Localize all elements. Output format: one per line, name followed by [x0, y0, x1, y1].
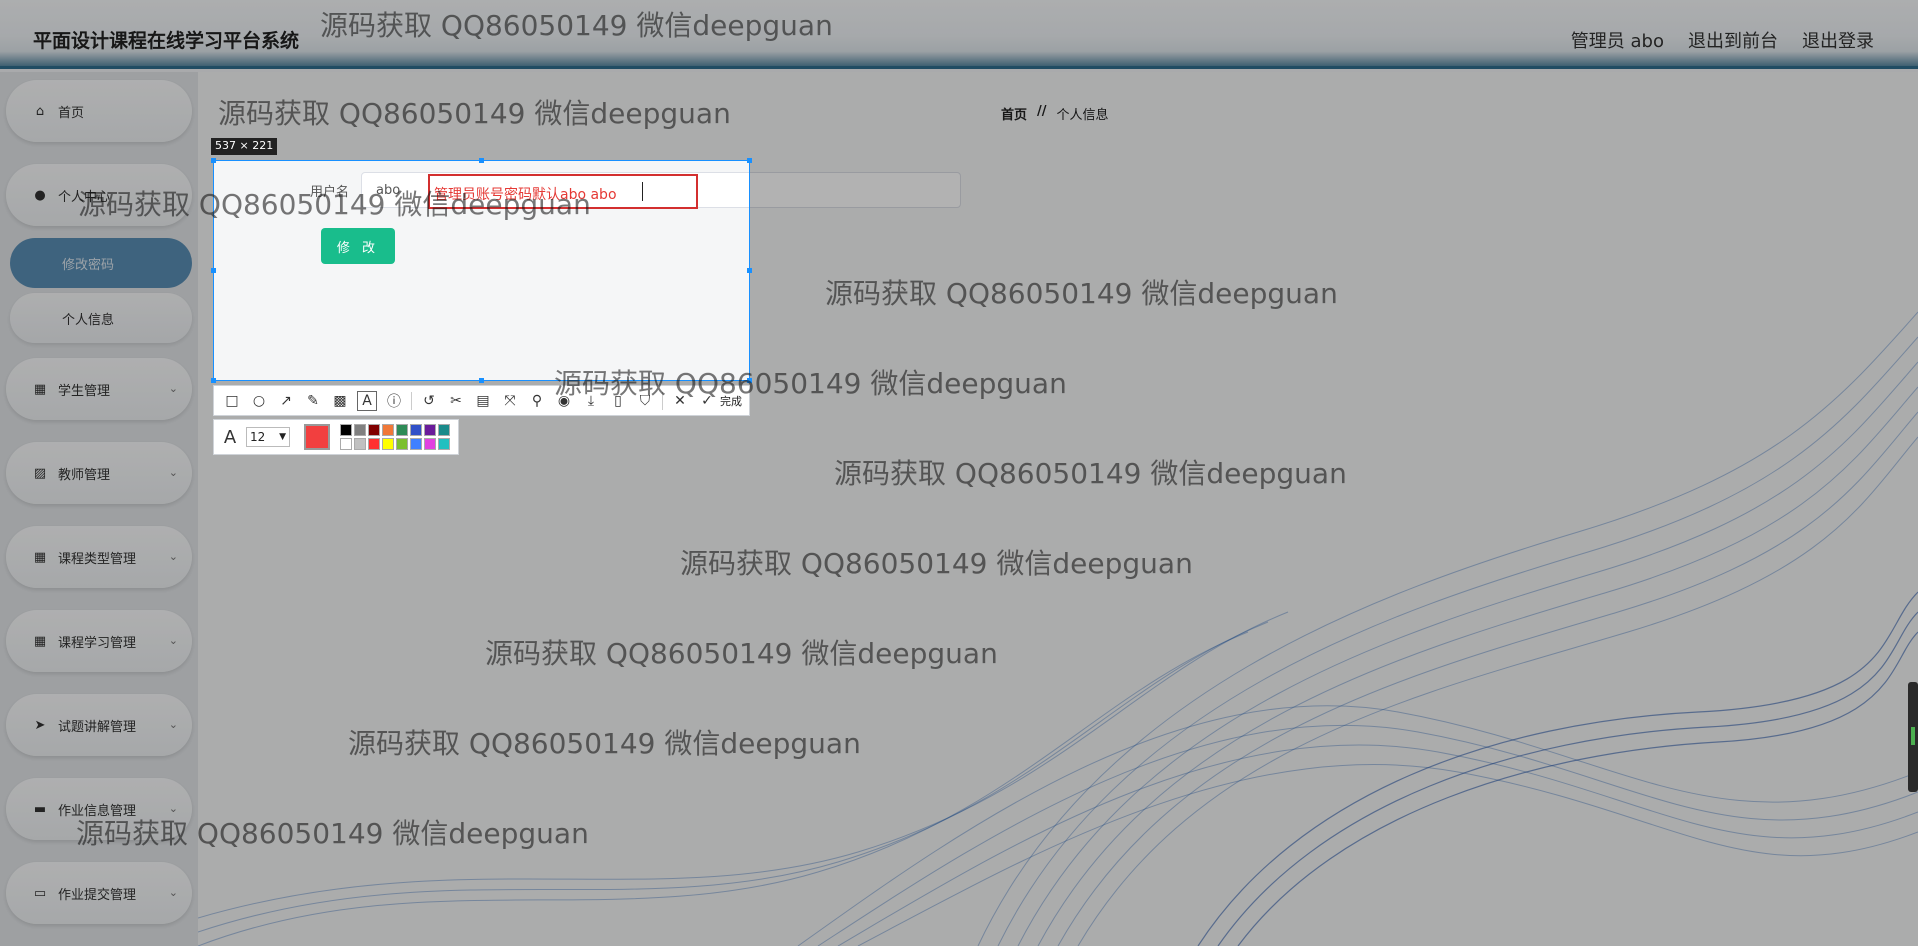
color-swatch[interactable]: [368, 438, 380, 450]
overlay-dim-top: [0, 0, 1918, 160]
resize-handle[interactable]: [479, 378, 484, 383]
color-swatch[interactable]: [396, 438, 408, 450]
current-color-swatch[interactable]: [304, 424, 330, 450]
color-swatch[interactable]: [438, 438, 450, 450]
selection-size-label: 537 × 221: [211, 138, 278, 155]
number-tool-icon[interactable]: ⓘ: [384, 391, 404, 411]
rectangle-tool-icon[interactable]: □: [222, 391, 242, 411]
color-swatch[interactable]: [382, 424, 394, 436]
color-swatch[interactable]: [424, 438, 436, 450]
resize-handle[interactable]: [211, 378, 216, 383]
color-palette: [340, 424, 450, 450]
color-swatch[interactable]: [354, 424, 366, 436]
watermark-text: 源码获取 QQ86050149 微信deepguan: [834, 457, 1347, 490]
ellipse-tool-icon[interactable]: ○: [249, 391, 269, 411]
font-icon: A: [223, 426, 237, 448]
watermark-text: 源码获取 QQ86050149 微信deepguan: [485, 637, 998, 670]
text-tool-icon[interactable]: A: [357, 390, 377, 411]
watermark-text: 源码获取 QQ86050149 微信deepguan: [825, 277, 1338, 310]
scrollbar-grip: [1911, 727, 1915, 745]
mosaic-tool-icon[interactable]: ▩: [330, 391, 350, 411]
pen-tool-icon[interactable]: ✎: [303, 391, 323, 411]
color-swatch[interactable]: [368, 424, 380, 436]
font-size-select[interactable]: 12 ▼: [246, 427, 290, 447]
color-swatch[interactable]: [382, 438, 394, 450]
scrollbar-thumb[interactable]: [1908, 682, 1918, 792]
resize-handle[interactable]: [211, 158, 216, 163]
resize-handle[interactable]: [747, 268, 752, 273]
color-swatch[interactable]: [354, 438, 366, 450]
scan-icon[interactable]: ⤧: [500, 391, 520, 411]
watermark-text: 源码获取 QQ86050149 微信deepguan: [76, 817, 589, 850]
color-swatch[interactable]: [340, 424, 352, 436]
text-settings-toolbar: A 12 ▼: [213, 419, 459, 455]
color-swatch[interactable]: [396, 424, 408, 436]
watermark-text: 源码获取 QQ86050149 微信deepguan: [680, 547, 1193, 580]
toolbar-divider: [411, 391, 412, 410]
text-caret: [642, 182, 643, 201]
color-swatch[interactable]: [410, 438, 422, 450]
overlay-dim-right: [750, 160, 1918, 381]
watermark-text: 源码获取 QQ86050149 微信deepguan: [78, 188, 591, 221]
undo-icon[interactable]: ↺: [419, 391, 439, 411]
arrow-tool-icon[interactable]: ↗: [276, 391, 296, 411]
watermark-text: 源码获取 QQ86050149 微信deepguan: [320, 9, 833, 42]
chevron-down-icon: ▼: [279, 432, 286, 442]
watermark-text: 源码获取 QQ86050149 微信deepguan: [348, 727, 861, 760]
resize-handle[interactable]: [479, 158, 484, 163]
color-swatch[interactable]: [438, 424, 450, 436]
font-size-value: 12: [250, 430, 266, 444]
color-swatch[interactable]: [340, 438, 352, 450]
watermark-text: 源码获取 QQ86050149 微信deepguan: [554, 367, 1067, 400]
pin-icon[interactable]: ⚲: [527, 391, 547, 411]
ocr-icon[interactable]: ▤: [473, 391, 493, 411]
color-swatch[interactable]: [424, 424, 436, 436]
color-swatch[interactable]: [410, 424, 422, 436]
resize-handle[interactable]: [211, 268, 216, 273]
watermark-text: 源码获取 QQ86050149 微信deepguan: [218, 97, 731, 130]
cut-icon[interactable]: ✂: [446, 391, 466, 411]
resize-handle[interactable]: [747, 158, 752, 163]
